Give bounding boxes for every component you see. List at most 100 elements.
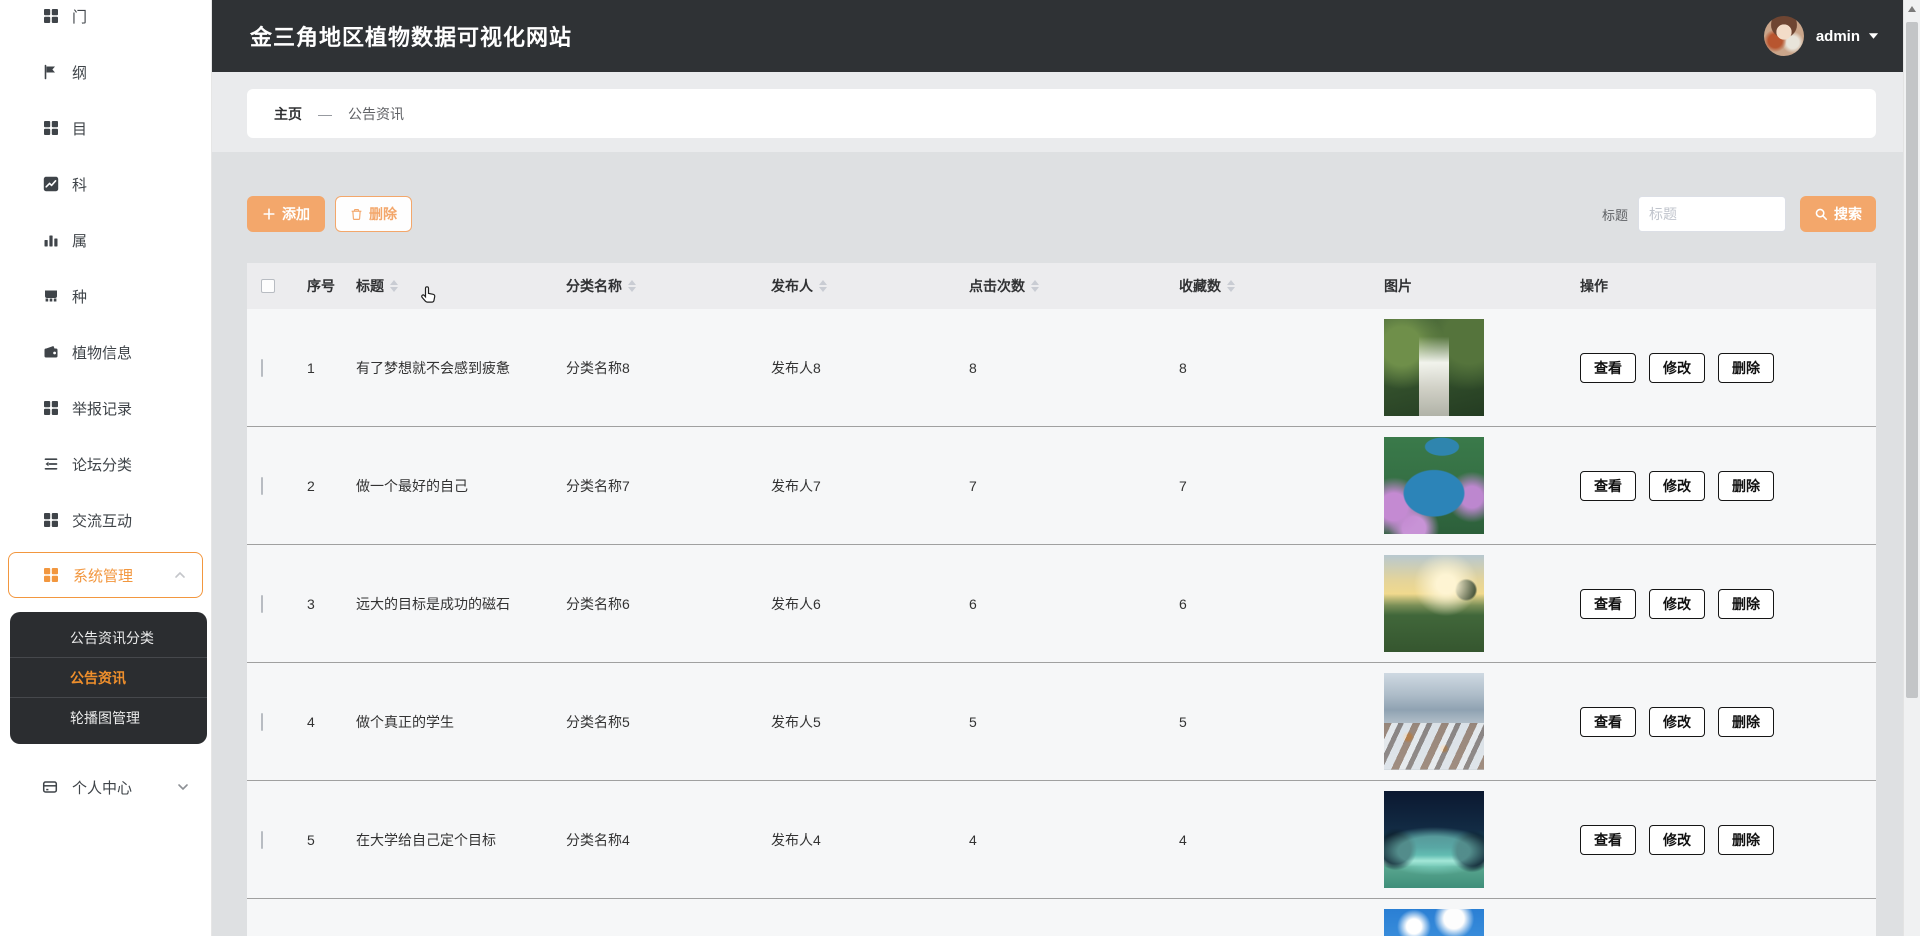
row-checkbox[interactable] [261,594,263,613]
delete-row-button[interactable]: 删除 [1718,352,1774,383]
edit-button[interactable]: 修改 [1649,824,1705,855]
delete-row-button[interactable]: 删除 [1718,588,1774,619]
column-header: 发布人 [771,276,969,296]
delete-button[interactable]: 删除 [335,196,412,232]
announcements-table: 序号 标题 分类名称 发布人 点击次数 收藏数 图片 操作 1 有了梦想就不会感到疲惫 分类名… [247,263,1876,936]
submenu-item-轮播图管理[interactable]: 轮播图管理 [10,698,207,738]
sort-icon[interactable] [628,280,636,292]
sidebar-item-label: 目 [72,120,88,138]
vertical-scrollbar[interactable] [1903,0,1920,936]
row-image-beach-huts [1384,909,1484,936]
bar-chart-icon [42,232,59,249]
select-all-checkbox[interactable] [261,279,275,293]
system-submenu: 公告资讯分类 公告资讯 轮播图管理 [10,612,207,744]
scrollbar-thumb[interactable] [1906,22,1918,698]
cell-index: 1 [307,359,315,376]
sort-icon[interactable] [1031,280,1039,292]
cell-title: 做个真正的学生 [356,713,454,730]
row-actions: 查看 修改 删除 [1580,706,1876,737]
sidebar-item-交流互动[interactable]: 交流互动 [0,492,211,548]
sidebar-item-论坛分类[interactable]: 论坛分类 [0,436,211,492]
sidebar-item-纲[interactable]: 纲 [0,44,211,100]
view-button[interactable]: 查看 [1580,588,1636,619]
grid-icon [42,8,59,25]
sidebar-item-举报记录[interactable]: 举报记录 [0,380,211,436]
row-actions: 查看 修改 删除 [1580,470,1876,501]
sidebar-item-system-management[interactable]: 系统管理 [8,552,203,598]
sort-icon[interactable] [1227,280,1235,292]
table-row: 3 远大的目标是成功的磁石 分类名称6 发布人6 6 6 查看 修改 删除 [247,545,1876,663]
cell-index: 2 [307,477,315,494]
grid-icon [42,512,59,529]
column-header: 收藏数 [1179,276,1384,296]
grid-icon [42,400,59,417]
sidebar-menu: 门 纲 目 科 属 种 植物信息 举报记录 论坛分类 交流互动 [0,0,211,548]
sidebar-item-label: 纲 [72,64,88,82]
view-button[interactable]: 查看 [1580,470,1636,501]
flag-icon [42,64,59,81]
row-checkbox[interactable] [261,712,263,731]
cell-favorites: 7 [1179,477,1187,494]
view-button[interactable]: 查看 [1580,352,1636,383]
sidebar-item-label: 交流互动 [72,512,133,530]
edit-button[interactable]: 修改 [1649,706,1705,737]
cell-favorites: 8 [1179,359,1187,376]
cell-title: 有了梦想就不会感到疲惫 [356,359,510,376]
table-row: 1 有了梦想就不会感到疲惫 分类名称8 发布人8 8 8 查看 修改 删除 [247,309,1876,427]
search-button[interactable]: 搜索 [1800,196,1876,232]
edit-button[interactable]: 修改 [1649,588,1705,619]
search-input[interactable] [1638,196,1786,232]
sidebar-item-属[interactable]: 属 [0,212,211,268]
delete-row-button[interactable]: 删除 [1718,824,1774,855]
table-row: 4 做个真正的学生 分类名称5 发布人5 5 5 查看 修改 删除 [247,663,1876,781]
add-button[interactable]: 添加 [247,196,325,232]
table-body: 1 有了梦想就不会感到疲惫 分类名称8 发布人8 8 8 查看 修改 删除 2 做一… [247,309,1876,936]
sidebar-item-植物信息[interactable]: 植物信息 [0,324,211,380]
delete-row-button[interactable]: 删除 [1718,706,1774,737]
row-image-snow-village [1384,673,1484,770]
breadcrumb-home[interactable]: 主页 [274,104,302,124]
sidebar-item-科[interactable]: 科 [0,156,211,212]
row-checkbox[interactable] [261,476,263,495]
view-button[interactable]: 查看 [1580,706,1636,737]
edit-button[interactable]: 修改 [1649,352,1705,383]
username: admin [1815,27,1860,45]
toolbar: 添加 删除 标题 搜索 [247,196,1876,232]
cell-category: 分类名称8 [566,359,630,376]
sort-icon[interactable] [819,280,827,292]
sidebar-item-label: 个人中心 [72,779,133,797]
cell-index: 4 [307,713,315,730]
sidebar-item-种[interactable]: 种 [0,268,211,324]
submenu-item-公告资讯[interactable]: 公告资讯 [10,658,207,698]
avatar[interactable] [1763,16,1804,56]
column-header: 分类名称 [566,276,771,296]
sidebar-item-label: 论坛分类 [72,456,133,474]
row-image-starry-aurora [1384,791,1484,888]
submenu-item-公告资讯分类[interactable]: 公告资讯分类 [10,618,207,658]
sidebar-item-label: 植物信息 [72,344,133,362]
cell-publisher: 发布人5 [771,713,821,730]
sort-icon[interactable] [390,280,398,292]
row-actions: 查看 修改 删除 [1580,352,1876,383]
user-dropdown[interactable]: admin [1763,16,1879,56]
sidebar-item-label: 种 [72,288,88,306]
wallet-icon [42,344,59,361]
search-field-label: 标题 [1601,207,1628,223]
row-actions: 查看 修改 删除 [1580,588,1876,619]
grid-icon [42,120,59,137]
row-checkbox[interactable] [261,830,263,849]
edit-button[interactable]: 修改 [1649,470,1705,501]
sidebar-item-profile-center[interactable]: 个人中心 [0,764,211,810]
delete-row-button[interactable]: 删除 [1718,470,1774,501]
row-checkbox[interactable] [261,358,263,377]
sidebar-item-门[interactable]: 门 [0,0,211,44]
cell-clicks: 8 [969,359,977,376]
view-button[interactable]: 查看 [1580,824,1636,855]
chevron-up-icon [174,571,186,579]
sidebar-item-目[interactable]: 目 [0,100,211,156]
breadcrumb: 主页 — 公告资讯 [247,89,1876,138]
cell-category: 分类名称7 [566,477,630,494]
cell-clicks: 5 [969,713,977,730]
scroll-up-arrow-icon[interactable] [1908,6,1916,12]
cell-publisher: 发布人6 [771,595,821,612]
